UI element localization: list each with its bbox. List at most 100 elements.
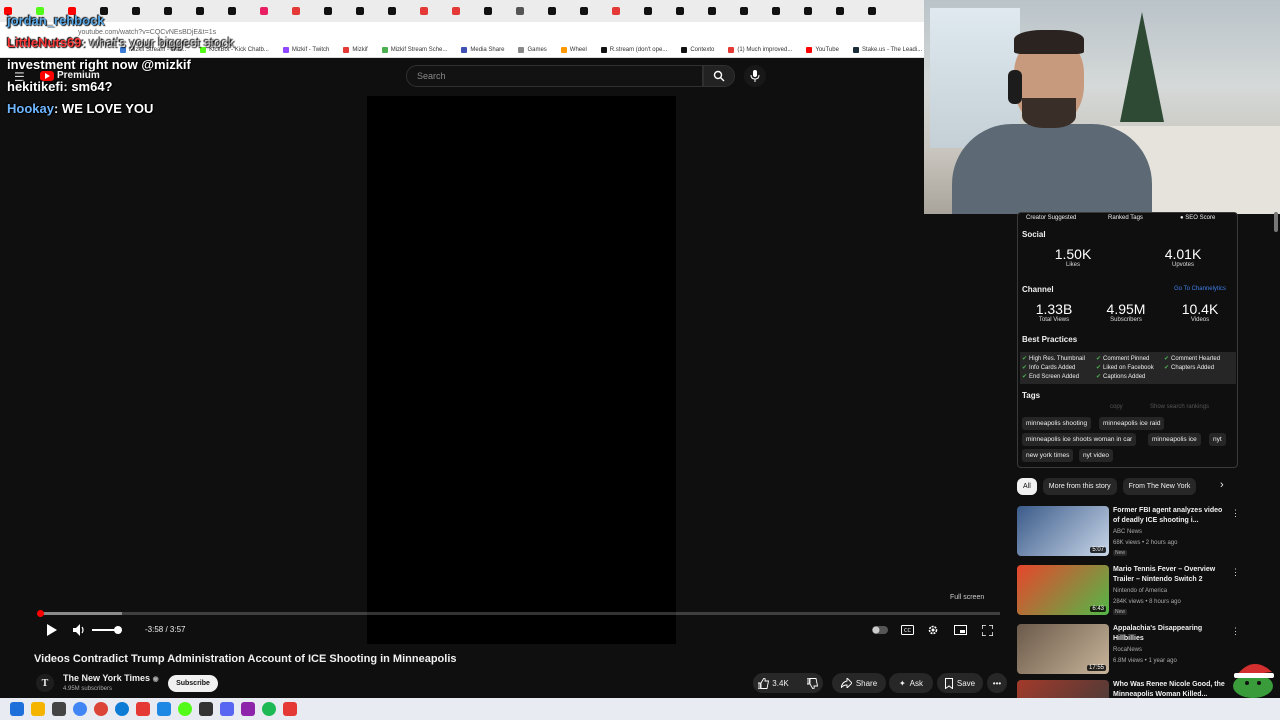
mute-button[interactable] [72, 622, 88, 638]
kick-icon[interactable] [136, 702, 150, 716]
recommendation-title[interactable]: Who Was Renee Nicole Good, the Minneapol… [1113, 680, 1229, 700]
recommendation-title[interactable]: Appalachia's Disappearing Hillbillies [1113, 624, 1229, 644]
volume-knob[interactable] [114, 626, 122, 634]
recommendation-thumbnail[interactable]: 6:43 [1017, 565, 1109, 615]
recommendation-channel[interactable]: ABC News [1113, 529, 1142, 535]
stream-deck-icon[interactable] [283, 702, 297, 716]
more-vertical-icon[interactable]: ⋮ [1231, 626, 1240, 637]
browser-tab[interactable] [260, 3, 290, 19]
tag-chip[interactable]: minneapolis ice raid [1099, 417, 1165, 430]
settings-button[interactable] [925, 622, 941, 638]
discord-icon[interactable] [178, 702, 192, 716]
bookmark-item[interactable]: Mizkif Stream Sche... [381, 46, 447, 53]
share-button[interactable]: Share [832, 673, 886, 693]
recommendation-card[interactable]: 17:55 Appalachia's Disappearing Hillbilli… [1017, 624, 1242, 676]
miniplayer-button[interactable] [952, 622, 968, 638]
bookmark-item[interactable]: Wheel [560, 46, 587, 53]
search-button[interactable] [703, 65, 735, 87]
browser-tab[interactable] [484, 3, 514, 19]
browser-tab[interactable] [292, 3, 322, 19]
browser-tab[interactable] [388, 3, 418, 19]
tag-chip[interactable]: minneapolis ice [1148, 433, 1201, 446]
more-actions-button[interactable]: ••• [987, 673, 1007, 693]
copy-tags-link[interactable]: copy [1110, 404, 1123, 410]
chip-from-nyt[interactable]: From The New York [1122, 478, 1197, 495]
bookmark-item[interactable]: Media Share [461, 46, 504, 53]
voice-search-button[interactable] [744, 65, 766, 87]
browser-tab[interactable] [452, 3, 482, 19]
channelytics-link[interactable]: Go To Channelytics [1174, 286, 1226, 292]
browser-tab[interactable] [516, 3, 546, 19]
browser-tab[interactable] [580, 3, 610, 19]
edge-icon[interactable] [115, 702, 129, 716]
vidiq-tab-creator-suggested[interactable]: Creator Suggested [1026, 215, 1076, 221]
tag-chip[interactable]: nyt [1209, 433, 1226, 446]
bookmark-item[interactable]: Contexto [681, 46, 714, 53]
recommendation-card[interactable]: 5:07 Former FBI agent analyzes video of d… [1017, 506, 1242, 558]
windows-icon[interactable] [10, 702, 24, 716]
bookmark-item[interactable]: Mizkif [343, 46, 368, 53]
browser-tab[interactable] [772, 3, 802, 19]
browser-tab[interactable] [324, 3, 354, 19]
tag-chip[interactable]: minneapolis ice shoots woman in car [1022, 433, 1137, 446]
captions-button[interactable]: CC [899, 622, 915, 638]
browser-tab[interactable] [548, 3, 578, 19]
fullscreen-button[interactable] [979, 622, 995, 638]
spotify-icon[interactable] [262, 702, 276, 716]
browser-tab[interactable] [708, 3, 738, 19]
bookmark-item[interactable]: YouTube [806, 46, 839, 53]
chrome-icon[interactable] [73, 702, 87, 716]
recommendation-channel[interactable]: Nintendo of America [1113, 588, 1167, 594]
chrome-icon[interactable] [94, 702, 108, 716]
vidiq-tab-seo-score[interactable]: ● SEO Score [1180, 215, 1215, 221]
more-vertical-icon[interactable]: ⋮ [1231, 508, 1240, 519]
dislike-button[interactable] [806, 677, 818, 689]
recommendation-channel[interactable]: RocaNews [1113, 647, 1142, 653]
autoplay-toggle[interactable] [872, 622, 888, 638]
browser-tab[interactable] [740, 3, 770, 19]
vscode-icon[interactable] [157, 702, 171, 716]
search-input[interactable]: Search [406, 65, 703, 87]
video-frame[interactable] [367, 96, 676, 644]
browser-tab[interactable] [612, 3, 642, 19]
channel-name[interactable]: The New York Times ◉ [63, 673, 159, 683]
bookmark-item[interactable]: (1) Much improved... [728, 46, 792, 53]
chip-next-chevron-icon[interactable]: › [1220, 479, 1224, 491]
bookmark-item[interactable]: Games [518, 46, 547, 53]
video-player[interactable] [0, 96, 1000, 644]
obs-icon[interactable] [52, 702, 66, 716]
tag-chip[interactable]: minneapolis shooting [1022, 417, 1092, 430]
channel-avatar[interactable]: T [36, 674, 54, 692]
vidiq-tab-ranked-tags[interactable]: Ranked Tags [1108, 215, 1143, 221]
tag-chip[interactable]: new york times [1022, 449, 1074, 462]
recommendation-title[interactable]: Mario Tennis Fever – Overview Trailer – … [1113, 565, 1229, 585]
sidebar-scrollbar[interactable] [1274, 212, 1278, 232]
progress-knob[interactable] [37, 610, 44, 617]
recommendation-card[interactable]: 6:43 Mario Tennis Fever – Overview Traile… [1017, 565, 1242, 617]
subscribe-button[interactable]: Subscribe [168, 675, 218, 692]
obs-icon[interactable] [199, 702, 213, 716]
browser-tab[interactable] [868, 3, 898, 19]
file-explorer-icon[interactable] [31, 702, 45, 716]
search-rankings-link[interactable]: Show search rankings [1150, 404, 1209, 410]
recommendation-thumbnail[interactable]: 5:07 [1017, 506, 1109, 556]
like-button[interactable]: 3.4K [758, 677, 789, 689]
bookmark-item[interactable]: R.stream (don't ope... [600, 46, 667, 53]
chip-all[interactable]: All [1017, 478, 1037, 495]
bookmark-item[interactable]: Stake.us - The Leadi... [852, 46, 922, 53]
ask-button[interactable]: ✦ Ask [889, 673, 933, 693]
browser-tab[interactable] [836, 3, 866, 19]
tag-chip[interactable]: nyt video [1079, 449, 1114, 462]
browser-tab[interactable] [676, 3, 706, 19]
chat-icon[interactable] [241, 702, 255, 716]
notepad-icon[interactable] [220, 702, 234, 716]
play-button[interactable] [44, 622, 60, 638]
browser-tab[interactable] [420, 3, 450, 19]
browser-tab[interactable] [804, 3, 834, 19]
progress-bar[interactable] [37, 610, 1000, 617]
save-button[interactable]: Save [937, 673, 983, 693]
browser-tab[interactable] [644, 3, 674, 19]
chip-more-from-story[interactable]: More from this story [1042, 478, 1117, 495]
browser-tab[interactable] [356, 3, 386, 19]
recommendation-title[interactable]: Former FBI agent analyzes video of deadl… [1113, 506, 1229, 526]
